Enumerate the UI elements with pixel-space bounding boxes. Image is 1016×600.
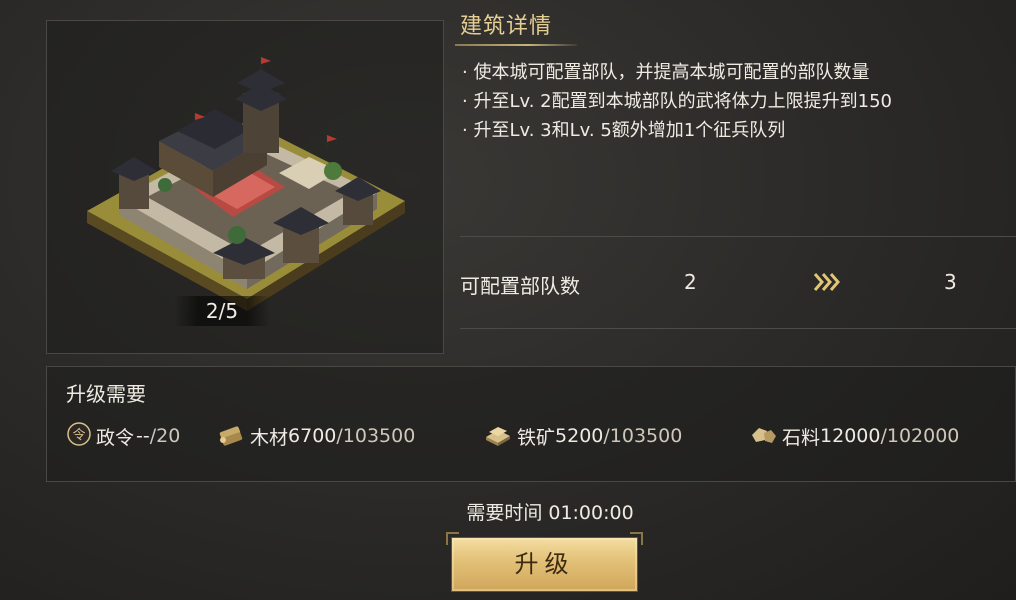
detail-description-list: · 使本城可配置部队，并提高本城可配置的部队数量 · 升至Lv. 2配置到本城部…: [462, 58, 892, 145]
resource-required: /103500: [603, 425, 683, 447]
requirement-decree: 令 政令 -- /20: [66, 420, 180, 452]
resource-current: 6700: [288, 425, 337, 447]
requirement-iron: 铁矿 5200 /103500: [483, 420, 682, 452]
title-underline: [455, 44, 577, 46]
detail-line: · 升至Lv. 3和Lv. 5额外增加1个征兵队列: [462, 120, 786, 141]
requirements-title: 升级需要: [66, 382, 146, 406]
requirement-wood: 木材 6700 /103500: [216, 420, 415, 452]
divider: [460, 328, 1016, 329]
resource-name: 木材: [250, 426, 289, 449]
divider: [460, 236, 1016, 237]
resource-required: /103500: [336, 425, 416, 447]
resource-name: 政令: [96, 426, 135, 449]
resource-name: 石料: [782, 426, 821, 449]
decree-token-icon: 令: [66, 421, 92, 452]
wood-icon: [216, 421, 246, 452]
troop-slot-stat-row: 可配置部队数 2 3: [460, 262, 1016, 302]
detail-line: · 升至Lv. 2配置到本城部队的武将体力上限提升到150: [462, 91, 892, 112]
resource-required: /20: [149, 425, 181, 447]
stat-label: 可配置部队数: [460, 274, 580, 298]
triple-chevron-right-icon: [812, 270, 842, 298]
upgrade-button[interactable]: 升级: [451, 537, 638, 592]
upgrade-time: 需要时间 01:00:00: [466, 502, 634, 524]
resource-current: 12000: [820, 425, 881, 447]
iron-ore-icon: [483, 421, 513, 452]
detail-title: 建筑详情: [460, 14, 553, 39]
stat-current-value: 2: [684, 270, 697, 294]
detail-line: · 使本城可配置部队，并提高本城可配置的部队数量: [462, 62, 870, 83]
button-corner-ornament: [446, 532, 459, 545]
resource-required: /102000: [880, 425, 960, 447]
resource-name: 铁矿: [517, 426, 556, 449]
stat-next-value: 3: [944, 270, 957, 294]
stone-icon: [748, 421, 778, 452]
svg-text:令: 令: [72, 428, 85, 443]
resource-current: 5200: [555, 425, 604, 447]
requirement-stone: 石料 12000 /102000: [748, 420, 959, 452]
building-level-badge: 2/5: [174, 296, 270, 326]
resource-current: --: [136, 425, 150, 447]
button-corner-ornament: [630, 532, 643, 545]
